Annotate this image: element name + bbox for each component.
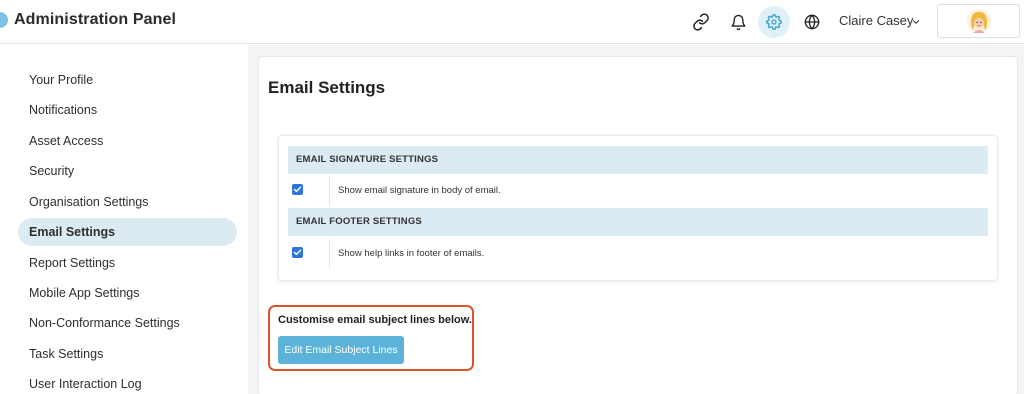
sidebar-item-notifications[interactable]: Notifications — [18, 96, 237, 124]
row-divider — [329, 176, 330, 206]
avatar-button[interactable] — [937, 4, 1020, 38]
sidebar-item-non-conformance-settings[interactable]: Non-Conformance Settings — [18, 309, 237, 337]
sidebar-item-report-settings[interactable]: Report Settings — [18, 249, 237, 277]
settings-sidebar: Your Profile Notifications Asset Access … — [0, 45, 248, 394]
edit-email-subject-lines-button[interactable]: Edit Email Subject Lines — [278, 336, 404, 364]
page-title: Email Settings — [268, 78, 386, 97]
sidebar-item-security[interactable]: Security — [18, 157, 237, 185]
sidebar-item-email-settings[interactable]: Email Settings — [18, 218, 237, 246]
globe-icon[interactable] — [796, 6, 828, 38]
link-icon[interactable] — [685, 6, 717, 38]
footer-option-label: Show help links in footer of emails. — [338, 248, 485, 259]
sidebar-item-mobile-app-settings[interactable]: Mobile App Settings — [18, 279, 237, 307]
section-header-footer: EMAIL FOOTER SETTINGS — [288, 208, 988, 236]
row-divider — [329, 239, 330, 269]
subject-lines-label: Customise email subject lines below. — [278, 314, 472, 326]
setting-row-footer: Show help links in footer of emails. — [288, 239, 988, 269]
footer-checkbox[interactable] — [292, 247, 303, 258]
chevron-down-icon[interactable] — [911, 14, 921, 32]
top-header: Administration Panel Claire Casey — [0, 0, 1024, 44]
sidebar-item-asset-access[interactable]: Asset Access — [18, 127, 237, 155]
app-title: Administration Panel — [14, 11, 177, 28]
setting-row-signature: Show email signature in body of email. — [288, 176, 988, 206]
signature-option-label: Show email signature in body of email. — [338, 185, 501, 196]
sidebar-item-organisation-settings[interactable]: Organisation Settings — [18, 188, 237, 216]
signature-checkbox[interactable] — [292, 184, 303, 195]
user-menu-name[interactable]: Claire Casey — [839, 13, 913, 28]
sidebar-item-your-profile[interactable]: Your Profile — [18, 66, 237, 94]
gear-icon[interactable] — [758, 6, 790, 38]
sidebar-item-task-settings[interactable]: Task Settings — [18, 340, 237, 368]
logo-icon — [0, 12, 8, 28]
avatar — [966, 8, 992, 34]
bell-icon[interactable] — [722, 6, 754, 38]
section-header-signature: EMAIL SIGNATURE SETTINGS — [288, 146, 988, 174]
sidebar-item-user-interaction-log[interactable]: User Interaction Log — [18, 370, 237, 394]
